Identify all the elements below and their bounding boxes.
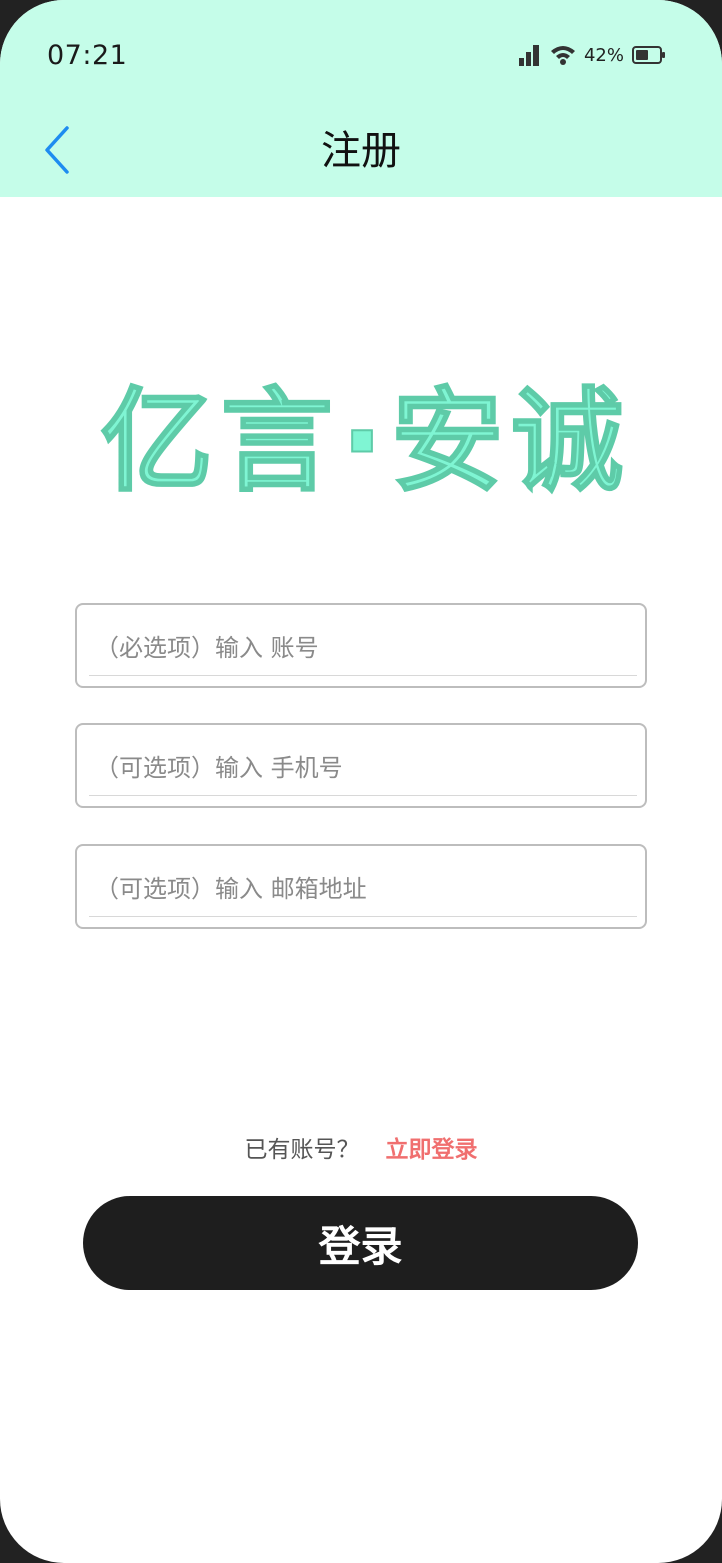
have-account-text: 已有账号？ [244, 1137, 360, 1163]
battery-icon [632, 46, 665, 64]
email-underline [89, 916, 637, 917]
email-input[interactable] [89, 854, 635, 924]
email-field [75, 844, 647, 929]
login-hint: 已有账号？ 立即登录 [0, 1130, 722, 1164]
wifi-icon [550, 46, 575, 65]
account-field [75, 603, 647, 688]
app-screen: 07:21 42% 注册 亿言·安诚 （必选项）输入 账号 （可选项）输入 手机… [0, 0, 722, 1563]
status-icons: 42% [518, 42, 666, 68]
account-input[interactable] [89, 613, 635, 683]
app-logo: 亿言·安诚 [55, 372, 677, 508]
signal-icon [518, 45, 539, 66]
header: 07:21 42% 注册 [0, 0, 722, 197]
battery-percent: 42% [583, 44, 624, 66]
status-time: 07:21 [47, 40, 128, 71]
logo-text: 亿言·安诚 [101, 377, 632, 507]
login-now-link[interactable]: 立即登录 [386, 1137, 478, 1163]
phone-input[interactable] [89, 733, 635, 803]
login-button[interactable]: 登录 [83, 1196, 638, 1290]
phone-field [75, 723, 647, 808]
page-title: 注册 [321, 128, 401, 174]
logo-graphic: 亿言·安诚 [100, 376, 632, 508]
account-underline [89, 675, 637, 676]
phone-underline [89, 795, 637, 796]
